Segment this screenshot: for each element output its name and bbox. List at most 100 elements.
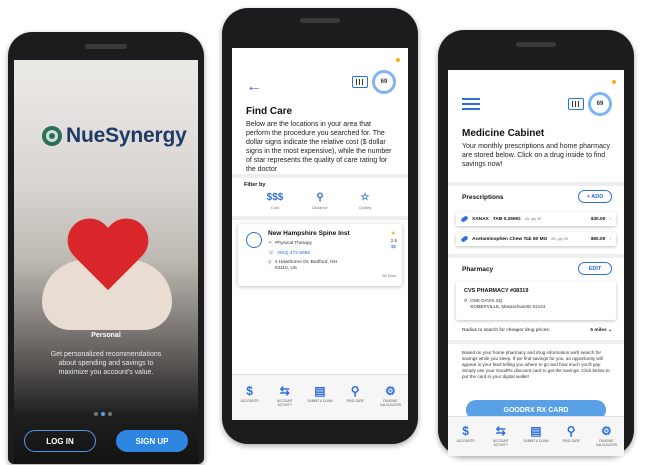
edit-pharmacy-button[interactable]: EDIT [578,262,612,275]
radius-row[interactable]: Radius to search for cheaper drug prices… [462,328,612,333]
chevron-right-icon: › [609,216,611,222]
hamburger-menu-icon[interactable] [462,98,480,110]
pager-dot[interactable] [108,412,112,416]
brand-mark-icon [42,126,62,146]
prescription-item[interactable]: XANAX TAB 0.25MG 25, qty 30 $30.00 › [456,212,616,226]
page-title: Find Care [246,106,293,117]
chevron-down-icon: ⌄ [607,328,612,333]
phone-speaker [85,44,127,49]
cost-icon: $$$ [266,192,284,203]
radius-select[interactable]: 5 miles ⌄ [590,328,612,333]
pager-dots[interactable] [94,412,112,416]
page-description: Below are the locations in your area tha… [246,121,392,173]
tab-submit-claim[interactable]: ▤ SUBMIT A CLAIM [306,383,334,403]
filter-distance[interactable]: ⚲ Distance [305,192,335,210]
tab-label: SUBMIT A CLAIM [523,439,549,443]
filter-quality-label: Quality [358,205,372,210]
tab-label: SUBMIT A CLAIM [307,399,333,403]
tab-label: ACCOUNTS [240,399,259,403]
provider-distance: 56 Dms [382,273,396,278]
filter-cost[interactable]: $$$ Cost [260,192,290,210]
section-divider [448,182,624,186]
tab-funding-calculator[interactable]: ⚙ FUNDING CALCULATOR [376,383,404,407]
drug-name: XANAX [472,216,489,222]
add-prescription-button[interactable]: + ADD [578,190,612,203]
pharmacy-label: Pharmacy [462,266,494,273]
pharmacy-name: CVS PHARMACY #08319 [464,288,529,294]
location-pin-icon: ⚲ [268,260,272,266]
provider-card[interactable]: New Hampshire Spine Inst ⚭ Physical Ther… [238,224,402,286]
provider-phone-row[interactable]: ☏ (603) 472-8686 [268,250,310,256]
location-icon: ⚲ [566,424,576,438]
prescription-item[interactable]: Acetaminophen Chew Tab 80 MG 80, qty 30 … [456,232,616,246]
radius-value: 5 miles [590,328,607,333]
provider-address: 4 Hawthorne Dr, Bedford, NH 03110, US [275,260,337,272]
provider-avatar-icon [246,232,262,248]
phone-speaker [300,18,340,23]
notification-star-icon [396,58,400,62]
tab-account-activity[interactable]: ⇆ ACCOUNT ACTIVITY [487,423,515,447]
pager-dot-active[interactable] [101,412,105,416]
tab-label: ACCOUNT ACTIVITY [276,399,293,407]
distance-icon: ⚲ [316,192,324,203]
find-care-screen: ← 69 Find Care Below are the locations i… [232,48,408,420]
location-icon: ⚲ [350,384,360,398]
star-icon: ☆ [360,192,370,203]
tab-accounts[interactable]: $ ACCOUNTS [236,383,264,403]
signup-button[interactable]: SIGN UP [116,430,188,452]
tab-label: FIND CARE [346,399,364,403]
tab-account-activity[interactable]: ⇆ ACCOUNT ACTIVITY [271,383,299,407]
notification-star-icon [612,80,616,84]
barcode-scan-icon[interactable] [568,98,584,110]
page-title: Medicine Cabinet [462,128,545,139]
tab-find-care[interactable]: ⚲ FIND CARE [341,383,369,403]
phone-medicine-cabinet: 69 Medicine Cabinet Your monthly prescri… [438,30,634,456]
calculator-icon: ⚙ [600,424,612,438]
pharmacy-address-line1: ONE DAVIS SQ [470,298,503,303]
dollar-icon: $ [462,424,469,438]
provider-name: New Hampshire Spine Inst [268,230,350,237]
drug-price: $30.00 [590,216,606,222]
score-badge[interactable]: 69 [588,92,612,116]
tab-label: ACCOUNTS [456,439,475,443]
hands-holding-heart-image [32,180,182,340]
brand-logo: NueSynergy [42,124,187,148]
provider-address-row: ⚲ 4 Hawthorne Dr, Bedford, NH 03110, US [268,260,337,272]
drug-price: $60.00 [590,236,606,242]
score-badge[interactable]: 69 [372,70,396,94]
section-divider [232,174,408,178]
savings-note: Based on your home pharmacy and drug inf… [462,350,610,379]
filter-label: Filter by [244,182,266,188]
heart-icon [68,220,148,300]
provider-cost: $$ [390,244,396,249]
tab-accounts[interactable]: $ ACCOUNTS [452,423,480,443]
phone-find-care: ← 69 Find Care Below are the locations i… [222,8,418,444]
pharmacy-address-line2: SOMERVILLE, Massachusetts 02144 [470,304,546,309]
claim-icon: ▤ [530,424,542,438]
location-pin-icon: ⚲ [464,298,468,303]
tab-label: FIND CARE [562,439,580,443]
header-icons: 69 [352,70,396,94]
drug-qty: 80, qty 30 [551,237,569,241]
stethoscope-icon: ⚭ [268,240,273,246]
bottom-tab-bar: $ ACCOUNTS ⇆ ACCOUNT ACTIVITY ▤ SUBMIT A… [232,374,408,420]
pharmacy-card[interactable]: CVS PHARMACY #08319 ⚲ ONE DAVIS SQ SOMER… [456,282,616,320]
filter-quality[interactable]: ☆ Quality [350,192,380,210]
pager-dot[interactable] [94,412,98,416]
drug-dose: TAB 0.25MG [492,216,521,222]
chevron-right-icon: › [609,236,611,242]
radius-label: Radius to search for cheaper drug prices… [462,328,550,333]
back-arrow-icon[interactable]: ← [246,78,262,96]
pharmacy-address: ⚲ ONE DAVIS SQ SOMERVILLE, Massachusetts… [464,298,545,310]
slide-body: Get personalized recommendations about s… [50,351,162,376]
tab-funding-calculator[interactable]: ⚙ FUNDING CALCULATOR [592,423,620,447]
tab-find-care[interactable]: ⚲ FIND CARE [557,423,585,443]
onboarding-screen: NueSynergy Personal Get personalized rec… [14,60,198,464]
login-button[interactable]: LOG IN [24,430,96,452]
barcode-scan-icon[interactable] [352,76,368,88]
dollar-icon: $ [246,384,253,398]
filter-cost-label: Cost [270,205,280,210]
phone-onboarding: NueSynergy Personal Get personalized rec… [8,32,204,464]
tab-submit-claim[interactable]: ▤ SUBMIT A CLAIM [522,423,550,443]
provider-phone[interactable]: (603) 472-8686 [277,251,310,256]
